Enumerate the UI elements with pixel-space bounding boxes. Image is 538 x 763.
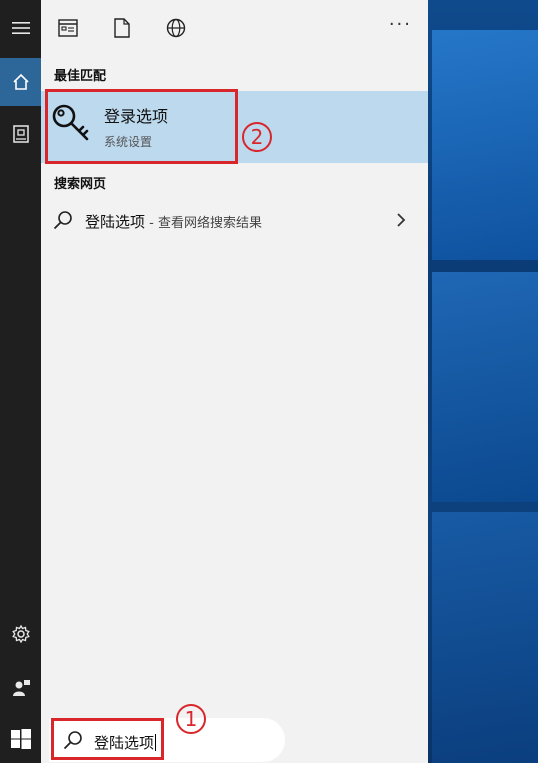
web-search-label: 登陆选项 - 查看网络搜索结果: [85, 211, 262, 232]
web-filter-button[interactable]: [164, 16, 188, 40]
notebook-button[interactable]: [0, 110, 41, 158]
notebook-icon: [12, 125, 29, 143]
highlight-box-best-match: [45, 89, 238, 164]
feedback-button[interactable]: [0, 664, 41, 712]
web-search-heading: 搜索网页: [54, 177, 107, 192]
document-icon: [114, 18, 130, 38]
start-rail: [0, 0, 41, 763]
more-options-button[interactable]: ···: [389, 14, 412, 35]
web-search-query: 登陆选项: [85, 213, 146, 231]
home-icon: [12, 73, 29, 90]
settings-button[interactable]: [0, 610, 41, 658]
step-marker-2: 2: [242, 122, 272, 152]
globe-icon: [166, 18, 186, 38]
window-list-icon: [58, 19, 78, 37]
hamburger-menu-button[interactable]: [0, 4, 41, 52]
windows-logo-pane: [432, 512, 538, 763]
home-button[interactable]: [0, 58, 41, 106]
highlight-box-search-input: [51, 718, 164, 760]
documents-filter-button[interactable]: [110, 16, 134, 40]
chevron-right-icon[interactable]: [394, 211, 408, 229]
feedback-person-icon: [12, 680, 30, 696]
apps-filter-button[interactable]: [56, 16, 80, 40]
gear-icon: [11, 624, 30, 644]
windows-logo-pane: [432, 272, 538, 502]
desktop-background: [428, 0, 538, 763]
hamburger-icon: [11, 22, 30, 34]
search-icon: [53, 211, 72, 230]
windows-logo-icon: [10, 729, 31, 749]
windows-logo-pane: [432, 30, 538, 260]
start-button[interactable]: [0, 715, 41, 763]
step-marker-1: 1: [176, 704, 206, 734]
web-search-suffix: - 查看网络搜索结果: [145, 216, 262, 231]
web-search-result[interactable]: 登陆选项 - 查看网络搜索结果: [41, 202, 428, 238]
search-filter-toolbar: ···: [41, 0, 428, 56]
best-match-heading: 最佳匹配: [54, 69, 107, 84]
